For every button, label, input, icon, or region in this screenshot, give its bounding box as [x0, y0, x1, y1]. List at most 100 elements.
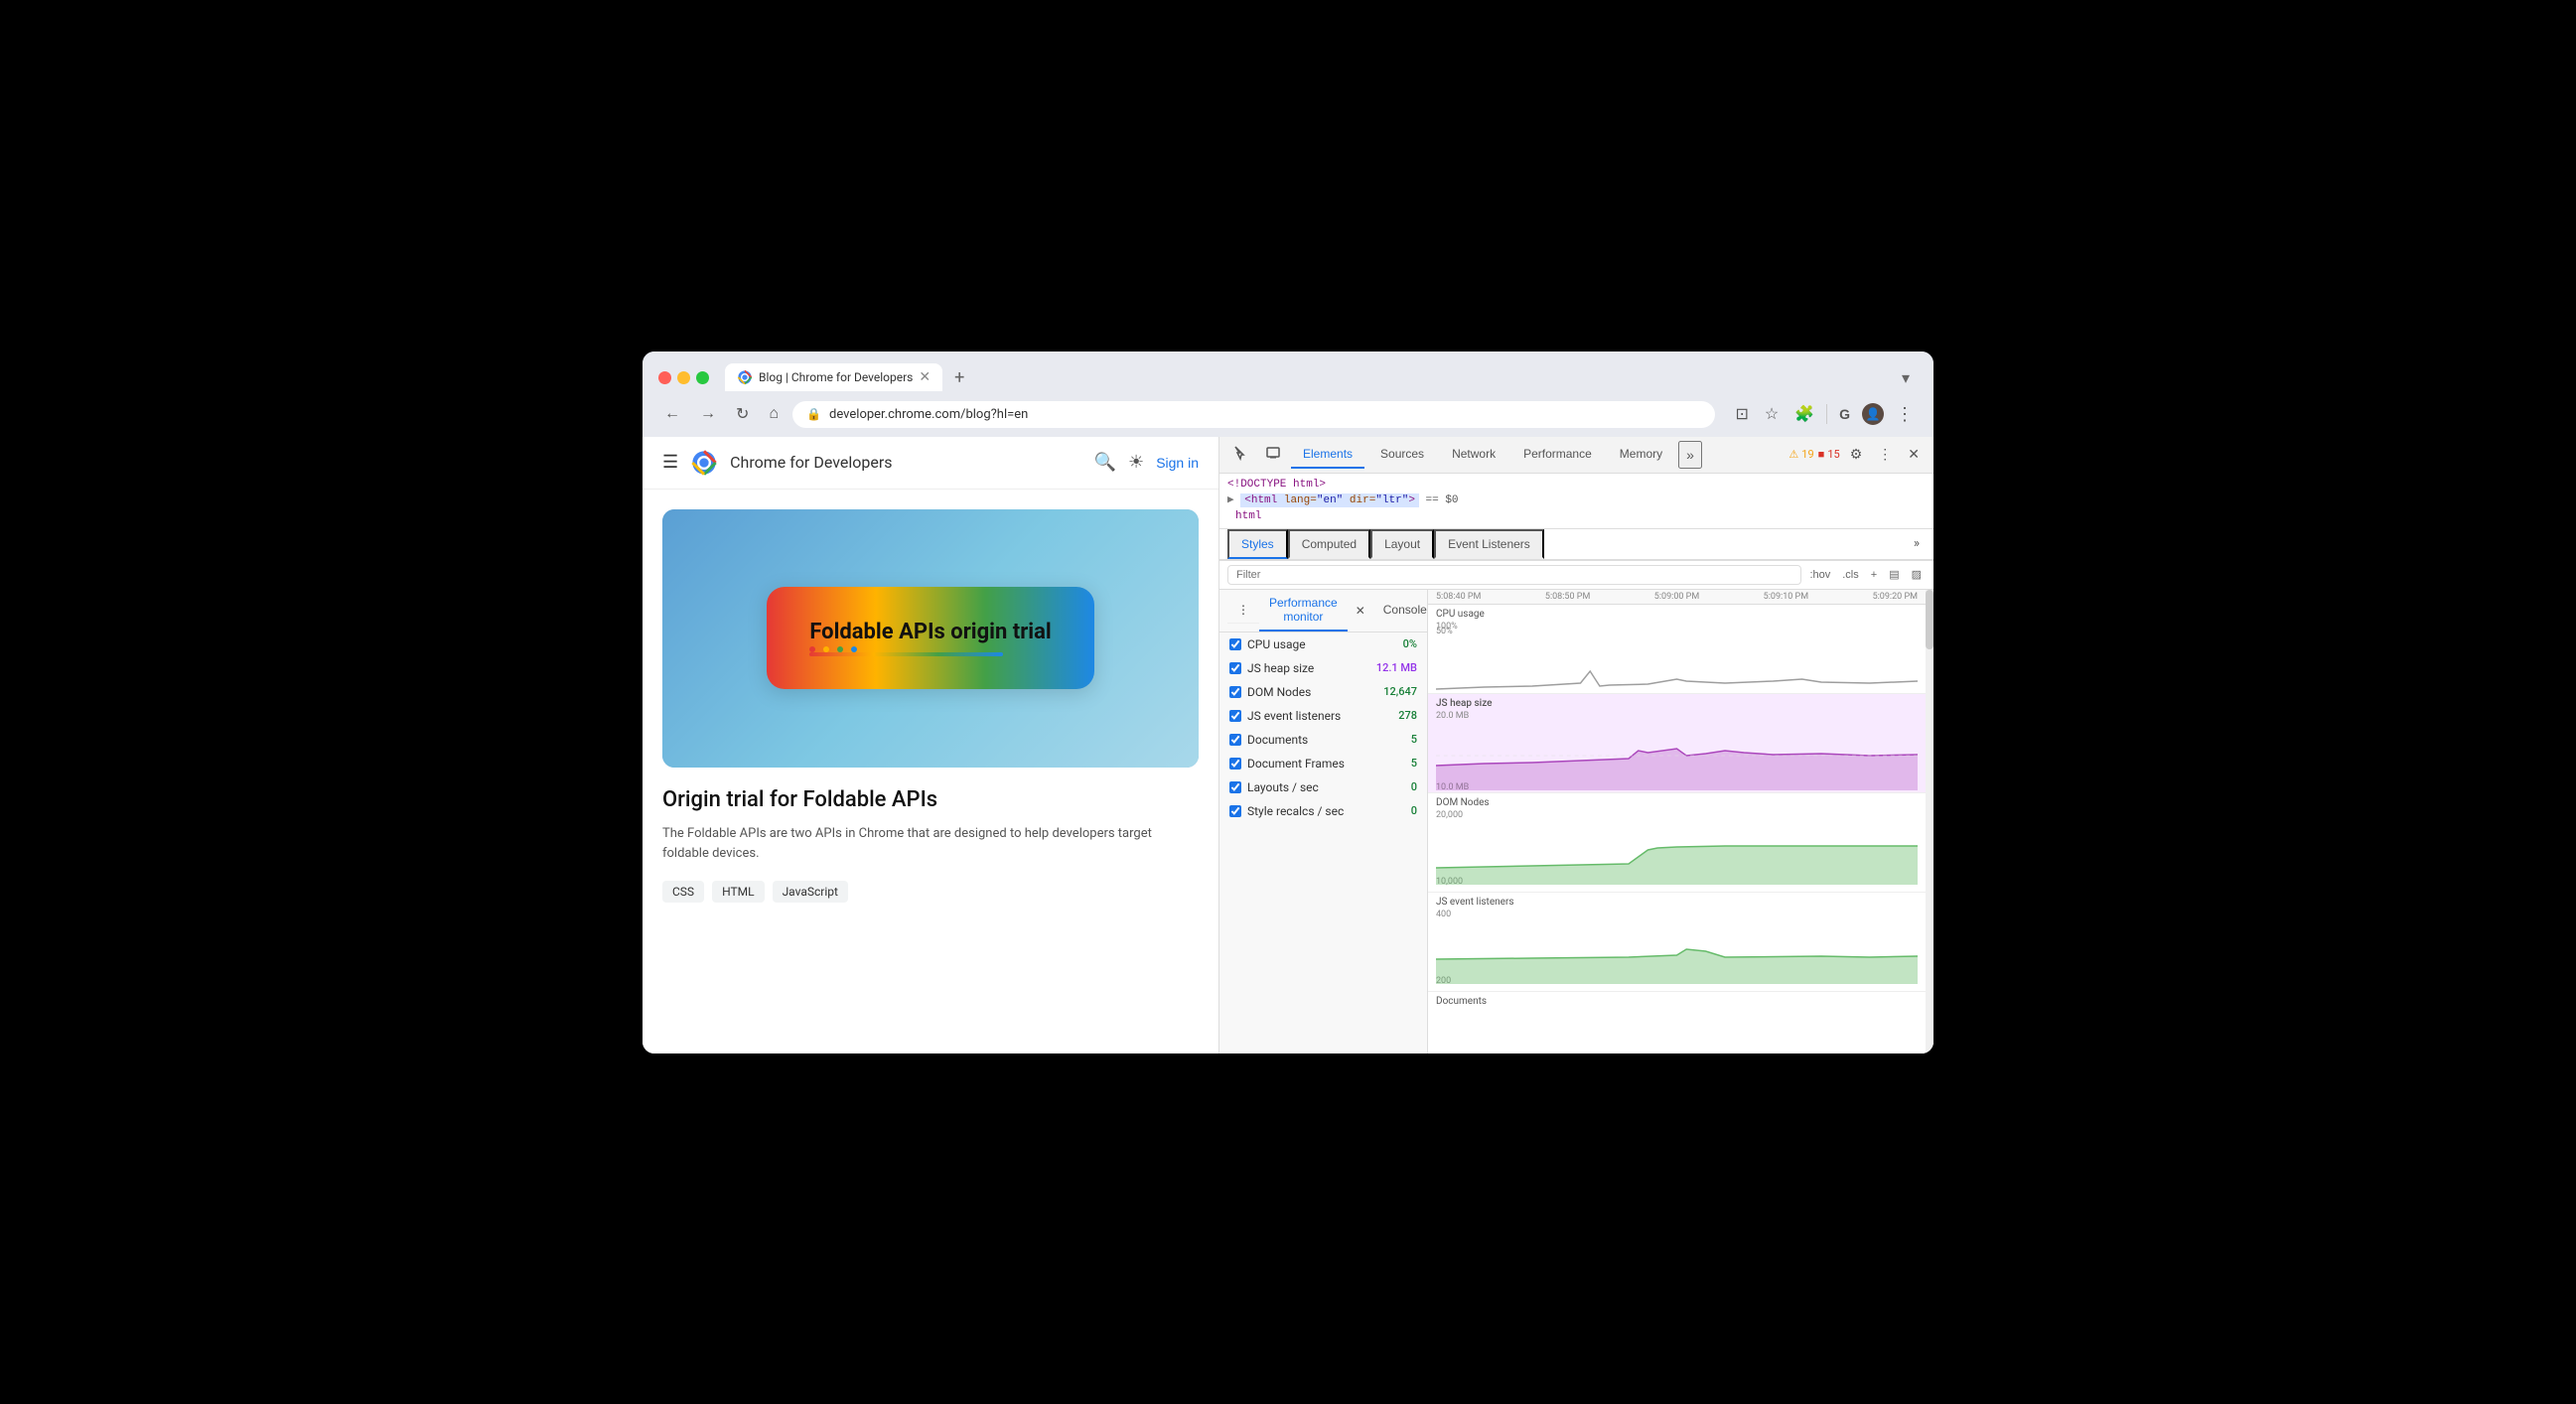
split-view-button[interactable]: ▨ [1908, 566, 1926, 583]
perf-metric-2: DOM Nodes12,647 [1219, 680, 1427, 704]
perf-metric-value-2: 12,647 [1383, 685, 1417, 698]
time-axis: 5:08:40 PM 5:08:50 PM 5:09:00 PM 5:09:10… [1428, 590, 1926, 605]
dot-red [809, 646, 815, 652]
perf-tabs-bar: ⋮ Performance monitor ✕ Console ✕ [1219, 590, 1427, 632]
hamburger-menu-button[interactable]: ☰ [662, 452, 678, 473]
perf-tab-console[interactable]: Console [1373, 597, 1428, 625]
js-events-chart-svg [1436, 919, 1918, 984]
address-bar[interactable]: 🔒 developer.chrome.com/blog?hl=en [792, 401, 1715, 428]
perf-metric-checkbox-5[interactable] [1229, 758, 1241, 770]
layout-view-button[interactable]: ▤ [1885, 566, 1903, 583]
site-header: ☰ Chrome for Developers 🔍 ☀ Sign in [643, 437, 1218, 490]
devtools-tab-overflow-button[interactable]: » [1678, 441, 1702, 469]
bookmark-button[interactable]: ☆ [1761, 400, 1783, 428]
perf-close-tab-button[interactable]: ✕ [1348, 600, 1373, 622]
theme-toggle-button[interactable]: ☀ [1128, 452, 1144, 473]
tab-menu-button[interactable]: ▾ [1894, 364, 1918, 391]
devtools-tab-network[interactable]: Network [1440, 441, 1507, 469]
cls-filter-button[interactable]: .cls [1838, 566, 1863, 583]
perf-panel-more-button[interactable]: ⋮ [1227, 597, 1259, 624]
home-button[interactable]: ⌂ [763, 401, 785, 427]
devtools-tab-elements[interactable]: Elements [1291, 441, 1364, 469]
new-tab-button[interactable]: + [946, 363, 972, 392]
time-label-4: 5:09:20 PM [1873, 592, 1918, 602]
perf-metric-label-4: Documents [1247, 733, 1405, 747]
maximize-traffic-light[interactable] [696, 371, 709, 384]
html-close-bracket: > [1408, 494, 1415, 506]
devtools-settings-button[interactable]: ⚙ [1844, 442, 1869, 467]
devtools-tab-performance[interactable]: Performance [1511, 441, 1604, 469]
tag-javascript[interactable]: JavaScript [773, 881, 848, 903]
perf-metric-checkbox-0[interactable] [1229, 638, 1241, 650]
dom-nodes-20k-label: 20,000 [1436, 810, 1918, 820]
js-heap-chart-area [1436, 721, 1918, 790]
blog-tags: CSS HTML JavaScript [662, 881, 1199, 903]
devtools-tab-memory[interactable]: Memory [1608, 441, 1674, 469]
devtools-more-button[interactable]: ⋮ [1872, 442, 1898, 467]
styles-tab-event-listeners[interactable]: Event Listeners [1434, 529, 1544, 559]
perf-scrollbar-thumb[interactable] [1926, 590, 1933, 649]
perf-metric-checkbox-6[interactable] [1229, 781, 1241, 793]
perf-metric-checkbox-2[interactable] [1229, 686, 1241, 698]
styles-filter-row: :hov .cls + ▤ ▨ [1219, 561, 1933, 590]
content-area: ☰ Chrome for Developers 🔍 ☀ Sign in [643, 437, 1933, 1053]
perf-tab-performance-monitor[interactable]: Performance monitor [1259, 590, 1348, 632]
tag-css[interactable]: CSS [662, 881, 704, 903]
html-arrow: ▶ [1227, 494, 1240, 506]
perf-metric-checkbox-3[interactable] [1229, 710, 1241, 722]
cpu-50-label: 50% [1436, 627, 1918, 636]
perf-metric-label-3: JS event listeners [1247, 709, 1392, 723]
perf-metric-checkbox-1[interactable] [1229, 662, 1241, 674]
active-tab[interactable]: Blog | Chrome for Developers ✕ [725, 363, 942, 391]
inspect-icon [1233, 445, 1249, 461]
js-events-400-label: 400 [1436, 910, 1918, 919]
tab-close-button[interactable]: ✕ [919, 369, 930, 385]
styles-tab-computed[interactable]: Computed [1288, 529, 1370, 559]
browser-menu-button[interactable]: ⋮ [1892, 400, 1918, 429]
sign-in-button[interactable]: Sign in [1156, 455, 1199, 471]
profile-button[interactable]: 👤 [1862, 403, 1884, 425]
site-header-actions: 🔍 ☀ Sign in [1094, 452, 1199, 473]
perf-metric-checkbox-4[interactable] [1229, 734, 1241, 746]
perf-metric-4: Documents 5 [1219, 728, 1427, 752]
google-account-button[interactable]: G [1835, 402, 1854, 426]
site-search-button[interactable]: 🔍 [1094, 452, 1116, 473]
device-toolbar-button[interactable] [1259, 441, 1287, 468]
styles-tab-overflow[interactable]: » [1908, 532, 1926, 555]
back-button[interactable]: ← [658, 401, 686, 427]
perf-metric-label-0: CPU usage [1247, 637, 1397, 651]
cast-button[interactable]: ⊡ [1731, 400, 1752, 428]
minimize-traffic-light[interactable] [677, 371, 690, 384]
extension-button[interactable]: 🧩 [1790, 400, 1818, 428]
styles-tab-layout[interactable]: Layout [1370, 529, 1434, 559]
styles-filter-input[interactable] [1227, 565, 1801, 585]
add-style-button[interactable]: + [1867, 566, 1881, 583]
perf-scrollbar-track[interactable] [1926, 590, 1933, 1053]
inspect-element-button[interactable] [1227, 441, 1255, 468]
html-dir-value: "ltr" [1375, 494, 1408, 506]
html-tag-name: html [1251, 494, 1277, 506]
styles-tab-styles[interactable]: Styles [1227, 529, 1288, 559]
html-lang-attr: lang= [1284, 494, 1317, 506]
warning-icon: ⚠ [1789, 448, 1798, 461]
devtools-close-button[interactable]: ✕ [1902, 442, 1926, 467]
html-closing-text: html [1235, 510, 1261, 522]
perf-metrics-panel: ⋮ Performance monitor ✕ Console ✕ CPU us… [1219, 590, 1428, 1053]
styles-tabs: Styles Computed Layout Event Listeners » [1219, 529, 1933, 560]
html-element-line[interactable]: ▶ <html lang="en" dir="ltr"> == $0 [1227, 491, 1926, 508]
filter-actions: :hov .cls + ▤ ▨ [1805, 566, 1926, 583]
hov-filter-button[interactable]: :hov [1805, 566, 1834, 583]
devtools-tab-sources[interactable]: Sources [1368, 441, 1436, 469]
metrics-list: CPU usage0%JS heap size12.1 MBDOM Nodes1… [1219, 632, 1427, 823]
tag-html[interactable]: HTML [712, 881, 765, 903]
website-content: ☰ Chrome for Developers 🔍 ☀ Sign in [643, 437, 1218, 1053]
forward-button[interactable]: → [694, 401, 722, 427]
close-traffic-light[interactable] [658, 371, 671, 384]
perf-metric-0: CPU usage0% [1219, 632, 1427, 656]
perf-metric-value-4: 5 [1411, 733, 1417, 746]
html-dir-attr: dir= [1350, 494, 1375, 506]
reload-button[interactable]: ↻ [730, 400, 755, 428]
dom-zero-indicator: == $0 [1426, 494, 1459, 506]
perf-metric-checkbox-7[interactable] [1229, 805, 1241, 817]
html-selected-element: <html lang="en" dir="ltr"> [1240, 493, 1419, 507]
